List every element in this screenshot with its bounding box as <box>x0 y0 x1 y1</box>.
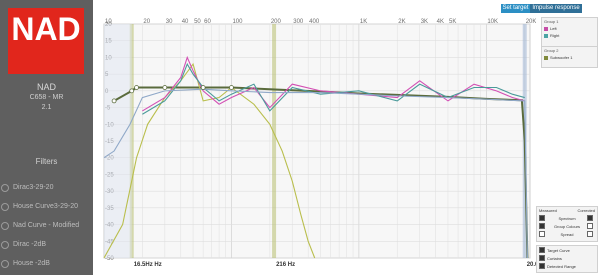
target-curve-point <box>129 88 135 94</box>
filter-item[interactable]: Dirac -2dB <box>0 235 93 254</box>
target-curve-point <box>229 85 234 90</box>
left-swatch-icon <box>544 26 548 31</box>
x-tick-label: 2K <box>398 19 405 25</box>
x-tick-label: 40 <box>182 19 189 25</box>
filter-list: Dirac3-29-20 House Curve3-29-20 Nad Curv… <box>0 178 93 273</box>
x-tick-label: 50 <box>194 19 201 25</box>
measured-header: Measured <box>539 208 557 213</box>
device-brand: NAD <box>36 82 56 92</box>
x-tick-label: 400 <box>309 19 320 25</box>
group-item-label: Right <box>550 33 560 38</box>
detected-range-row[interactable]: Detected Range <box>537 262 597 270</box>
frequency-response-chart[interactable]: 20151050-5-10-15-20-25-30-35-40-45-50102… <box>96 16 536 268</box>
filter-label: Nad Curve - Modified <box>13 222 80 229</box>
filter-radio-icon[interactable] <box>1 240 9 249</box>
overlay-options-panel: Target Curve Curtains Detected Range <box>536 245 598 273</box>
group-1-title: Group 1 <box>544 19 559 24</box>
x-tick-label: 60 <box>204 19 211 25</box>
measured-headers: Measured Corrected <box>537 207 597 214</box>
filter-radio-icon[interactable] <box>1 221 9 230</box>
spectrum-label: Spectrum <box>558 215 576 221</box>
group-item-subwoofer[interactable]: Subwoofer 1 <box>542 54 597 61</box>
filter-label: House Curve3-29-20 <box>13 203 78 210</box>
group-colours-row[interactable]: Group Colours <box>537 222 597 230</box>
group-item-right[interactable]: Right <box>542 32 597 39</box>
measured-spread-checkbox[interactable] <box>539 231 545 237</box>
detected-range-label: Detected Range <box>547 263 576 269</box>
group-2-title: Group 2 <box>544 48 559 53</box>
curtains-row[interactable]: Curtains <box>537 254 597 262</box>
set-target-button[interactable]: Set target <box>501 4 530 13</box>
spectrum-row[interactable]: Spectrum <box>537 214 597 222</box>
detected-range-checkbox[interactable] <box>539 263 545 269</box>
target-curve-point <box>111 98 117 104</box>
subwoofer-swatch-icon <box>544 55 548 60</box>
x-tick-label: 4K <box>437 19 444 25</box>
spread-row[interactable]: Spread <box>537 230 597 238</box>
filter-radio-icon[interactable] <box>1 259 9 268</box>
filter-item[interactable]: Nad Curve - Modified <box>0 216 93 235</box>
group-item-label: Left <box>550 26 557 31</box>
marker-frequency-label: 16.5Hz Hz <box>134 262 162 268</box>
filter-item[interactable]: House Curve3-29-20 <box>0 197 93 216</box>
filter-label: Dirac3-29-20 <box>13 184 54 191</box>
nad-logo: NAD <box>8 8 84 74</box>
target-curve-point <box>134 85 139 90</box>
target-curve-point <box>200 85 206 90</box>
group-item-left[interactable]: Left <box>542 25 597 32</box>
x-tick-label: 1K <box>360 19 367 25</box>
filter-radio-icon[interactable] <box>1 202 9 211</box>
measured-spectrum-checkbox[interactable] <box>539 215 545 221</box>
filter-label: House -2dB <box>13 260 50 267</box>
x-tick-label: 100 <box>232 19 243 25</box>
target-curve-row[interactable]: Target Curve <box>537 246 597 254</box>
corrected-header: Corrected <box>577 208 595 213</box>
filter-label: Dirac -2dB <box>13 241 47 248</box>
frequency-response-plot[interactable]: 20151050-5-10-15-20-25-30-35-40-45-50102… <box>96 16 536 268</box>
filter-item[interactable]: House -2dB <box>0 254 93 273</box>
group-colours-label: Group Colours <box>553 223 580 229</box>
target-curve-checkbox[interactable] <box>539 247 545 253</box>
group-1-panel: Group 1 Left Right <box>541 17 598 47</box>
corrected-spread-checkbox[interactable] <box>587 231 593 237</box>
logo-text: NAD <box>11 11 81 47</box>
device-model: C658 - MR <box>29 94 64 101</box>
corrected-spectrum-checkbox[interactable] <box>587 215 593 221</box>
x-tick-label: 20K <box>526 19 536 25</box>
x-tick-label: 5K <box>449 19 456 25</box>
filter-radio-icon[interactable] <box>1 183 9 192</box>
marker-frequency-label: 20.0 kHz <box>527 262 536 268</box>
corrected-group-colours-checkbox[interactable] <box>587 223 593 229</box>
measured-group-colours-checkbox[interactable] <box>539 223 545 229</box>
x-tick-label: 10K <box>487 19 498 25</box>
curtains-label: Curtains <box>547 255 562 261</box>
sidebar: NAD NAD C658 - MR 2.1 Filters Dirac3-29-… <box>0 0 93 275</box>
impulse-response-button[interactable]: Impulse response <box>530 4 582 13</box>
filters-heading: Filters <box>35 157 58 166</box>
group-item-label: Subwoofer 1 <box>550 55 573 60</box>
measured-options-panel: Measured Corrected Spectrum Group Colour… <box>536 206 598 242</box>
low-range-shade <box>104 24 132 258</box>
right-swatch-icon <box>544 33 548 38</box>
spread-label: Spread <box>560 231 574 237</box>
x-tick-label: 300 <box>293 19 304 25</box>
frequency-marker-band <box>272 24 277 258</box>
x-tick-label: 3K <box>421 19 428 25</box>
target-curve-label: Target Curve <box>547 247 570 253</box>
marker-frequency-label: 216 Hz <box>276 262 295 268</box>
channel-config: 2.1 <box>41 104 52 111</box>
x-tick-label: 30 <box>166 19 173 25</box>
group-2-panel: Group 2 Subwoofer 1 <box>541 46 598 68</box>
x-tick-label: 20 <box>143 19 150 25</box>
filter-item[interactable]: Dirac3-29-20 <box>0 178 93 197</box>
target-curve-point <box>162 85 168 90</box>
curtains-checkbox[interactable] <box>539 255 545 261</box>
